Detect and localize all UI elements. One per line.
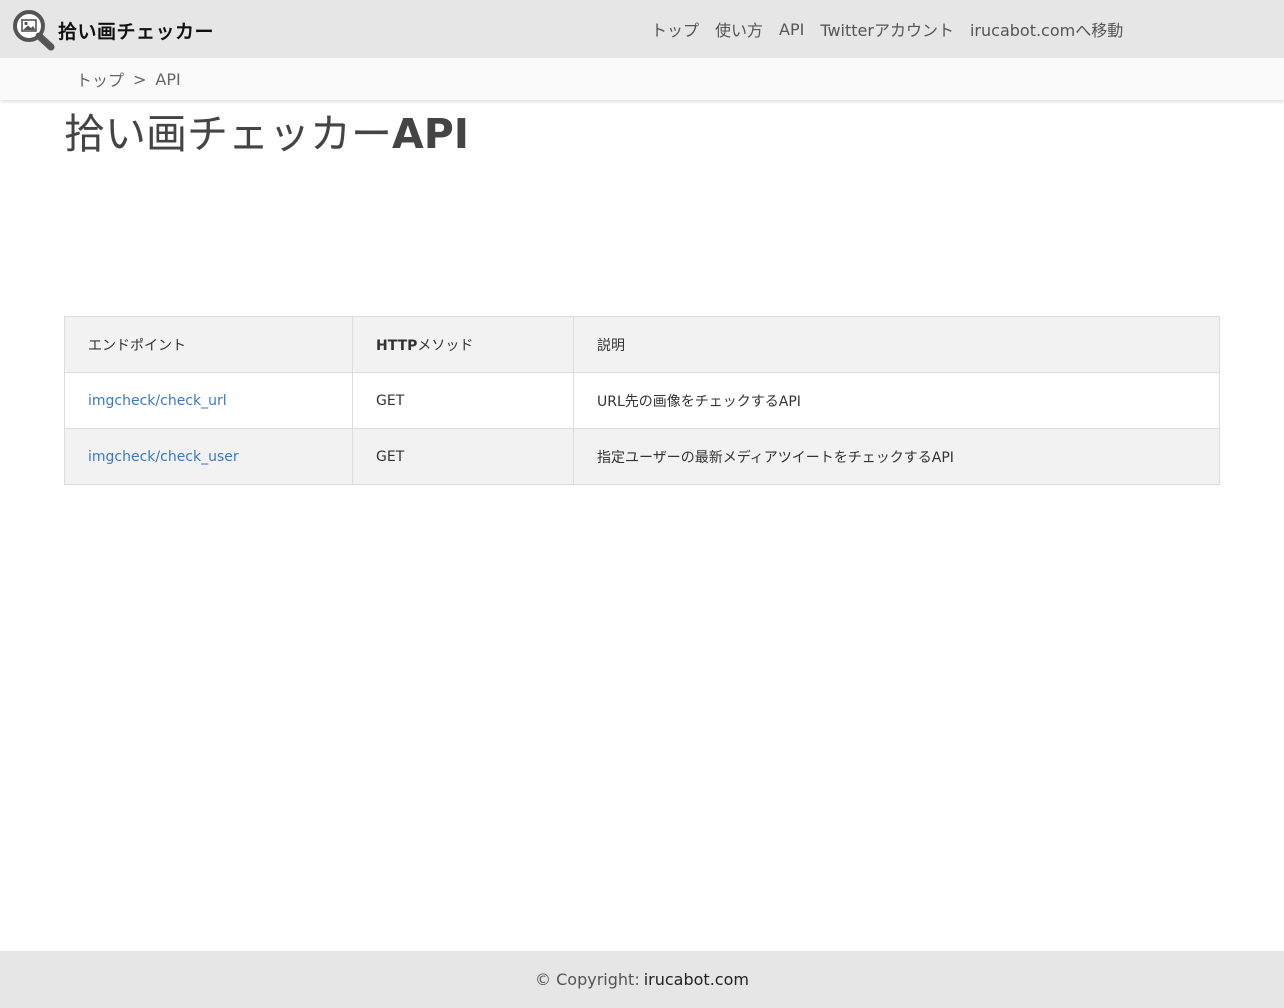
main-nav: トップ 使い方 API Twitterアカウント irucabot.comへ移動 [651, 0, 1139, 58]
table-row: imgcheck/check_url GET URL先の画像をチェックするAPI [64, 372, 1220, 429]
method-cell: GET [352, 428, 574, 485]
magnifier-image-icon [12, 9, 56, 51]
method-cell: GET [352, 372, 574, 429]
site-logo[interactable]: 拾い画チェッカー [12, 9, 214, 51]
page-title-suffix: API [392, 110, 470, 158]
table-row: imgcheck/check_user GET 指定ユーザーの最新メディアツイー… [64, 428, 1220, 485]
breadcrumb-bar: トップ > API [0, 58, 1284, 100]
nav-link-usage[interactable]: 使い方 [715, 17, 763, 41]
breadcrumb-item-top[interactable]: トップ [76, 67, 124, 91]
column-header-method-rest: メソッド [417, 337, 474, 354]
column-header-endpoint: エンドポイント [64, 316, 353, 373]
navbar: 拾い画チェッカー トップ 使い方 API Twitterアカウント irucab… [0, 0, 1284, 58]
copyright-label: © Copyright: [535, 970, 640, 989]
endpoint-cell: imgcheck/check_user [64, 428, 353, 485]
page-title-main: 拾い画チェッカー [64, 110, 392, 158]
endpoint-link-check-url[interactable]: imgcheck/check_url [88, 393, 227, 409]
nav-link-twitter[interactable]: Twitterアカウント [820, 17, 954, 41]
table-header-row: エンドポイント HTTPメソッド 説明 [64, 316, 1220, 373]
api-endpoint-table: エンドポイント HTTPメソッド 説明 imgcheck/check_url G… [64, 316, 1220, 485]
description-cell: 指定ユーザーの最新メディアツイートをチェックするAPI [573, 428, 1220, 485]
nav-link-top[interactable]: トップ [651, 17, 699, 41]
column-header-method-bold: HTTP [376, 337, 418, 354]
column-header-description: 説明 [573, 316, 1220, 373]
breadcrumb: トップ > API [76, 58, 181, 100]
column-header-method: HTTPメソッド [352, 316, 574, 373]
endpoint-cell: imgcheck/check_url [64, 372, 353, 429]
endpoint-link-check-user[interactable]: imgcheck/check_user [88, 449, 239, 465]
footer-site-link[interactable]: irucabot.com [644, 970, 749, 989]
description-cell: URL先の画像をチェックするAPI [573, 372, 1220, 429]
nav-link-api[interactable]: API [779, 20, 804, 39]
logo-text: 拾い画チェッカー [58, 20, 215, 43]
page-title: 拾い画チェッカーAPI [64, 108, 469, 160]
nav-link-irucabot[interactable]: irucabot.comへ移動 [970, 17, 1123, 41]
footer: © Copyright: irucabot.com [0, 951, 1284, 1008]
breadcrumb-separator: > [133, 69, 147, 89]
breadcrumb-item-current: API [155, 69, 181, 89]
